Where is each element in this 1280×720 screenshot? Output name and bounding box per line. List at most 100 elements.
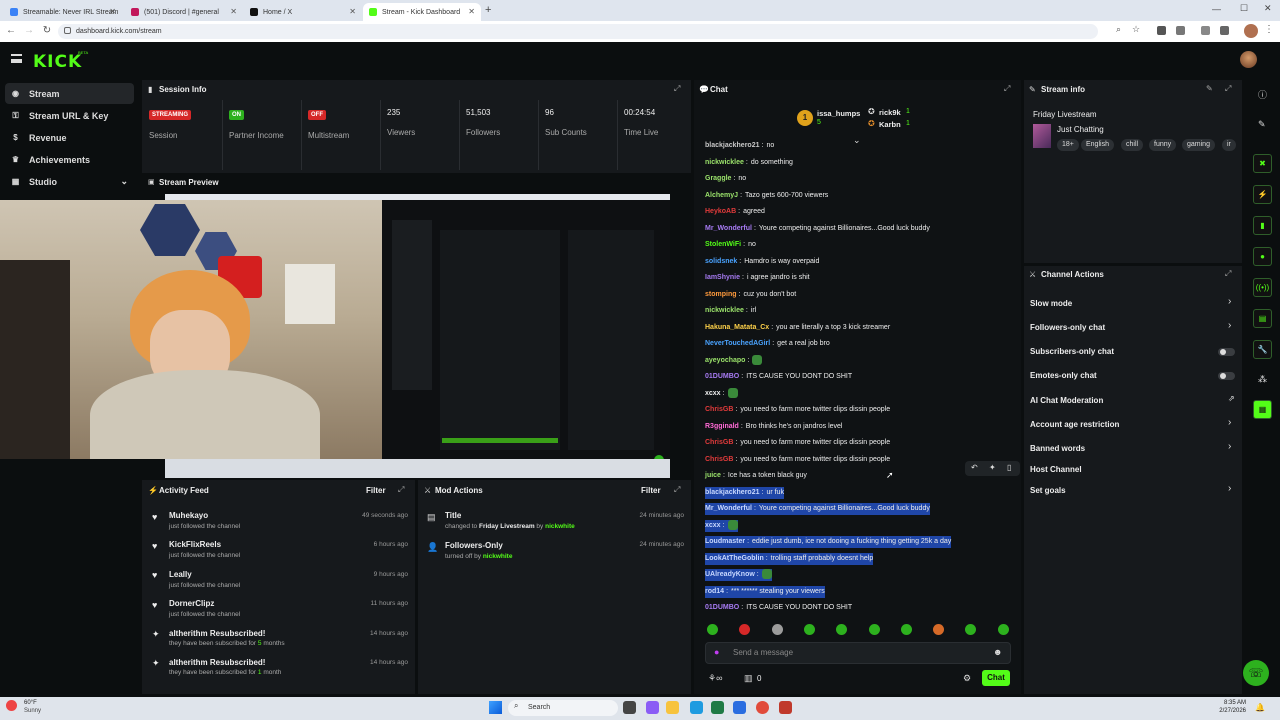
info-icon[interactable]: ⓘ [1258, 88, 1267, 101]
external-link-icon[interactable]: ⇗ [1228, 394, 1235, 403]
chat-message[interactable]: HeykoAB: agreed [705, 206, 765, 218]
infinity-points-icon[interactable]: ⚘∞ [708, 673, 722, 684]
rail-list-icon[interactable]: ▤ [1253, 309, 1272, 328]
edit-icon[interactable]: ✎ [1206, 84, 1213, 93]
chat-message[interactable]: 01DUMBO: ITS CAUSE YOU DONT DO SHIT [705, 602, 852, 614]
chat-username[interactable]: Hakuna_Matata_Cx [705, 324, 769, 331]
extension-icon[interactable] [1220, 26, 1229, 35]
chat-username[interactable]: HeykoAB [705, 208, 736, 215]
minimize-icon[interactable]: — [1212, 4, 1221, 14]
chrome-icon[interactable] [756, 701, 769, 714]
chat-username[interactable]: nickwicklee [705, 159, 744, 166]
extension-icon[interactable] [1201, 26, 1210, 35]
activity-user[interactable]: Leally [169, 570, 192, 579]
kick-logo[interactable]: KICK [33, 52, 82, 72]
activity-filter-button[interactable]: Filter [366, 486, 386, 495]
sidebar-item-stream-url-key[interactable]: ⚿ Stream URL & Key [5, 105, 134, 126]
chat-username[interactable]: ChrisGB [705, 439, 733, 446]
chat-message[interactable]: ChrisGB: you need to farm more twitter cl… [705, 404, 890, 416]
chat-username[interactable]: UAlreadyKnow [705, 571, 755, 578]
extension-icon[interactable] [1157, 26, 1166, 35]
gifter-name[interactable]: Karbn [879, 120, 901, 129]
chat-message[interactable]: IamShynie: i agree jandro is shit [705, 272, 810, 284]
popout-icon[interactable]: ⤢ [1225, 84, 1231, 94]
emoji-icon[interactable]: ☻ [993, 647, 1002, 657]
chevron-right-icon[interactable]: › [1228, 441, 1231, 452]
rail-chat-icon[interactable]: ● [1253, 247, 1272, 266]
chat-username[interactable]: Mr_Wonderful [705, 225, 752, 232]
expand-chevron-icon[interactable]: ⌄ [853, 135, 861, 146]
tab-close-icon[interactable]: ✕ [109, 7, 116, 16]
chat-username[interactable]: Graggle [705, 175, 731, 182]
bookmark-star-icon[interactable]: ☆ [1132, 24, 1141, 34]
chat-username[interactable]: 01DUMBO [705, 373, 739, 380]
set-goals-item[interactable]: Set goals [1030, 486, 1066, 495]
browser-tab[interactable]: Streamable: Never IRL Stream ✕ [4, 3, 122, 21]
chevron-right-icon[interactable]: › [1228, 483, 1231, 494]
chat-username[interactable]: ChrisGB [705, 456, 733, 463]
user-avatar[interactable] [1240, 51, 1257, 68]
extension-icon[interactable] [1176, 26, 1185, 35]
quick-emote-icon[interactable] [997, 624, 1009, 635]
activity-user[interactable]: KickFlixReels [169, 540, 221, 549]
maximize-icon[interactable]: ☐ [1240, 3, 1248, 14]
help-chat-icon[interactable]: ☏ [1243, 660, 1269, 686]
gifter-name[interactable]: rick9k [879, 108, 901, 117]
chat-message[interactable]: blackjackhero21: ur fuk [705, 486, 784, 499]
menu-icon[interactable] [11, 54, 22, 63]
popout-icon[interactable]: ⤢ [1225, 269, 1231, 279]
chat-message[interactable]: Mr_Wonderful: Youre competing against Bil… [705, 223, 930, 235]
back-icon[interactable]: ← [4, 24, 18, 38]
notification-bell-icon[interactable]: 🔔 [1255, 703, 1265, 712]
slow-mode-item[interactable]: Slow mode [1030, 299, 1072, 308]
chat-username[interactable]: blackjackhero21 [705, 489, 759, 496]
windows-start-icon[interactable] [489, 701, 502, 714]
chat-username[interactable]: Loudmaster [705, 538, 745, 545]
quick-emote-icon[interactable] [900, 624, 912, 635]
chat-username[interactable]: IamShynie [705, 274, 740, 281]
mod-filter-button[interactable]: Filter [641, 486, 661, 495]
taskbar-search[interactable]: Search [508, 700, 618, 716]
chat-username[interactable]: xcxx [705, 522, 721, 529]
chat-input-placeholder[interactable]: Send a message [733, 648, 793, 657]
popout-icon[interactable]: ⤢ [674, 84, 680, 94]
chat-username[interactable]: ayeyochapo [705, 357, 745, 364]
pin-icon[interactable]: ✦ [989, 463, 996, 472]
chat-message[interactable]: stomping: cuz you don't bot [705, 289, 796, 301]
settings-gear-icon[interactable]: ⚙ [963, 673, 971, 684]
tab-close-icon[interactable]: ✕ [230, 7, 237, 16]
reply-icon[interactable]: ↶ [971, 463, 978, 472]
chat-message[interactable]: UAlreadyKnow: [705, 569, 772, 581]
close-window-icon[interactable]: ✕ [1264, 3, 1272, 14]
sidebar-item-achievements[interactable]: ♛ Achievements [5, 149, 134, 170]
file-explorer-icon[interactable] [666, 701, 679, 714]
chat-message[interactable]: nickwicklee: do something [705, 157, 793, 169]
chat-username[interactable]: blackjackhero21 [705, 142, 759, 149]
activity-user[interactable]: DornerClipz [169, 599, 214, 608]
chat-username[interactable]: AlchemyJ [705, 192, 738, 199]
forward-icon[interactable]: → [22, 24, 36, 38]
chat-message[interactable]: juice: Ice has a token black guy [705, 470, 807, 482]
banned-words-item[interactable]: Banned words [1030, 444, 1085, 453]
url-field[interactable]: dashboard.kick.com/stream [58, 24, 1098, 39]
chat-message[interactable]: blackjackhero21: no [705, 140, 774, 152]
subscribers-only-toggle[interactable] [1218, 348, 1235, 356]
chevron-down-icon[interactable]: ⌄ [120, 176, 128, 187]
chat-username[interactable]: nickwicklee [705, 307, 744, 314]
rail-broadcast-icon[interactable]: ((•)) [1253, 278, 1272, 297]
app-icon[interactable] [646, 701, 659, 714]
chat-message[interactable]: ChrisGB: you need to farm more twitter cl… [705, 437, 890, 449]
task-view-icon[interactable] [623, 701, 636, 714]
chat-username[interactable]: xcxx [705, 390, 721, 397]
chat-username[interactable]: rod14 [705, 588, 724, 595]
chat-send-button[interactable]: Chat [982, 670, 1010, 686]
browser-tab[interactable]: (501) Discord | #general ✕ [125, 3, 243, 21]
chat-username[interactable]: stomping [705, 291, 737, 298]
chat-username[interactable]: StolenWiFi [705, 241, 741, 248]
quick-emote-icon[interactable] [707, 624, 718, 635]
sidebar-item-studio[interactable]: ▦ Studio ⌄ [5, 171, 134, 192]
delete-icon[interactable]: ▯ [1007, 463, 1011, 472]
chat-message[interactable]: AlchemyJ: Tazo gets 600-700 viewers [705, 190, 828, 202]
rail-button-icon[interactable]: ✖ [1253, 154, 1272, 173]
gift-icon[interactable]: ▥ [744, 673, 753, 684]
